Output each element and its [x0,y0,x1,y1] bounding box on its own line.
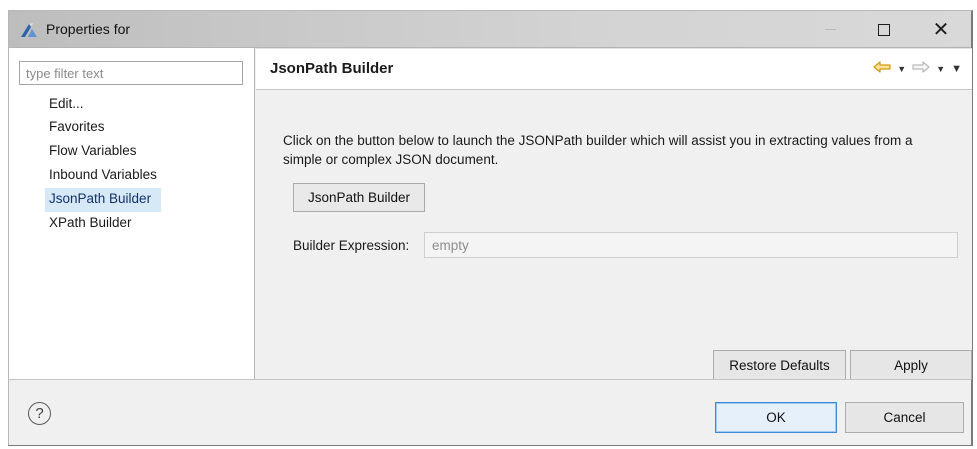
jsonpath-builder-button[interactable]: JsonPath Builder [293,183,425,212]
apply-button[interactable]: Apply [850,350,972,380]
back-dropdown-icon[interactable]: ▼ [897,64,906,74]
back-arrow-icon[interactable] [873,61,891,76]
close-button[interactable]: ✕ [918,11,964,48]
title-bar[interactable]: Properties for ✕ [9,11,971,48]
tree-item-flow-variables[interactable]: Flow Variables [45,140,161,164]
builder-expression-label: Builder Expression: [293,238,410,253]
page-header: JsonPath Builder ▼ ▼ ▼ [256,48,972,90]
tree-item-edit[interactable]: Edit... [45,94,161,116]
page-description: Click on the button below to launch the … [283,133,913,167]
tree-item-xpath-builder[interactable]: XPath Builder [45,212,161,236]
maximize-icon [878,23,890,36]
ok-button[interactable]: OK [715,402,837,433]
preference-page: JsonPath Builder ▼ ▼ ▼ Click on the butt… [256,48,972,380]
help-icon[interactable]: ? [28,402,51,425]
filter-input[interactable] [19,61,243,85]
maximize-button[interactable] [861,11,907,48]
dialog-button-bar: ? OK Cancel [9,379,971,445]
eclipse-properties-icon [19,22,39,38]
cancel-button[interactable]: Cancel [845,402,964,433]
page-navigation: ▼ ▼ ▼ [873,61,962,76]
view-menu-icon[interactable]: ▼ [951,63,962,75]
tree-item-jsonpath-builder[interactable]: JsonPath Builder [45,188,161,212]
builder-expression-field[interactable] [424,232,958,258]
preference-tree: Edit... Favorites Flow Variables Inbound… [45,94,161,236]
tree-item-inbound-variables[interactable]: Inbound Variables [45,164,161,188]
properties-dialog: Properties for ✕ Edit... Favorites Flow … [8,10,973,446]
minimize-button[interactable] [807,11,853,48]
restore-defaults-button[interactable]: Restore Defaults [713,350,846,380]
forward-arrow-icon[interactable] [912,61,930,76]
preference-tree-panel: Edit... Favorites Flow Variables Inbound… [9,48,255,379]
minimize-icon [824,29,836,30]
window-title: Properties for [46,21,131,37]
page-title: JsonPath Builder [270,60,394,77]
tree-item-favorites[interactable]: Favorites [45,116,161,140]
close-icon: ✕ [932,18,950,41]
forward-dropdown-icon[interactable]: ▼ [936,64,945,74]
